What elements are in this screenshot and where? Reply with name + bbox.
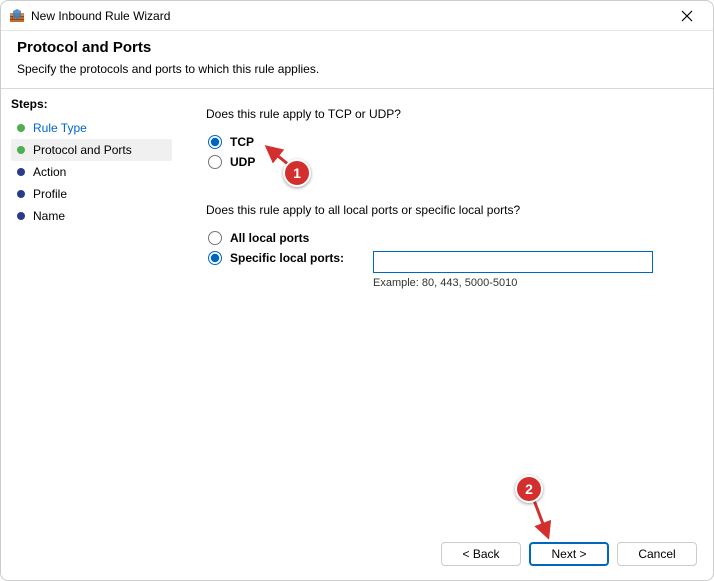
sidebar-item-label: Profile <box>33 187 67 201</box>
sidebar-item-protocol-ports[interactable]: Protocol and Ports <box>11 139 172 161</box>
window-title: New Inbound Rule Wizard <box>31 9 170 23</box>
wizard-body: Steps: Rule Type Protocol and Ports Acti… <box>1 89 713 532</box>
firewall-icon <box>9 8 25 24</box>
sidebar-item-rule-type[interactable]: Rule Type <box>11 117 172 139</box>
step-bullet-icon <box>17 212 25 220</box>
ports-radio-group: All local ports Specific local ports: Ex… <box>208 231 683 289</box>
ports-example-text: Example: 80, 443, 5000-5010 <box>373 277 683 289</box>
steps-label: Steps: <box>11 97 172 111</box>
page-subtitle: Specify the protocols and ports to which… <box>17 62 697 76</box>
all-ports-radio[interactable] <box>208 231 222 245</box>
page-title: Protocol and Ports <box>17 39 697 56</box>
protocol-question: Does this rule apply to TCP or UDP? <box>206 107 683 121</box>
step-bullet-icon <box>17 168 25 176</box>
sidebar-item-profile[interactable]: Profile <box>11 183 172 205</box>
sidebar-item-action[interactable]: Action <box>11 161 172 183</box>
cancel-button[interactable]: Cancel <box>617 542 697 566</box>
udp-label: UDP <box>230 155 255 169</box>
sidebar-item-label: Name <box>33 209 65 223</box>
step-bullet-icon <box>17 190 25 198</box>
all-ports-label: All local ports <box>230 231 309 245</box>
protocol-radio-group: TCP UDP <box>208 135 683 175</box>
wizard-footer: < Back Next > Cancel <box>1 532 713 580</box>
udp-radio[interactable] <box>208 155 222 169</box>
sidebar-item-label: Action <box>33 165 66 179</box>
wizard-header: Protocol and Ports Specify the protocols… <box>1 31 713 89</box>
steps-sidebar: Steps: Rule Type Protocol and Ports Acti… <box>1 89 176 532</box>
wizard-window: New Inbound Rule Wizard Protocol and Por… <box>0 0 714 581</box>
sidebar-item-label: Protocol and Ports <box>33 143 132 157</box>
sidebar-item-label: Rule Type <box>33 121 87 135</box>
tcp-radio[interactable] <box>208 135 222 149</box>
specific-ports-radio[interactable] <box>208 251 222 265</box>
next-button[interactable]: Next > <box>529 542 609 566</box>
back-button[interactable]: < Back <box>441 542 521 566</box>
titlebar: New Inbound Rule Wizard <box>1 1 713 31</box>
close-button[interactable] <box>669 2 705 30</box>
ports-question: Does this rule apply to all local ports … <box>206 203 683 217</box>
content-pane: Does this rule apply to TCP or UDP? TCP … <box>176 89 713 532</box>
step-bullet-icon <box>17 124 25 132</box>
sidebar-item-name[interactable]: Name <box>11 205 172 227</box>
step-bullet-icon <box>17 146 25 154</box>
specific-ports-input[interactable] <box>373 251 653 273</box>
specific-ports-label: Specific local ports: <box>230 251 344 265</box>
tcp-label: TCP <box>230 135 254 149</box>
